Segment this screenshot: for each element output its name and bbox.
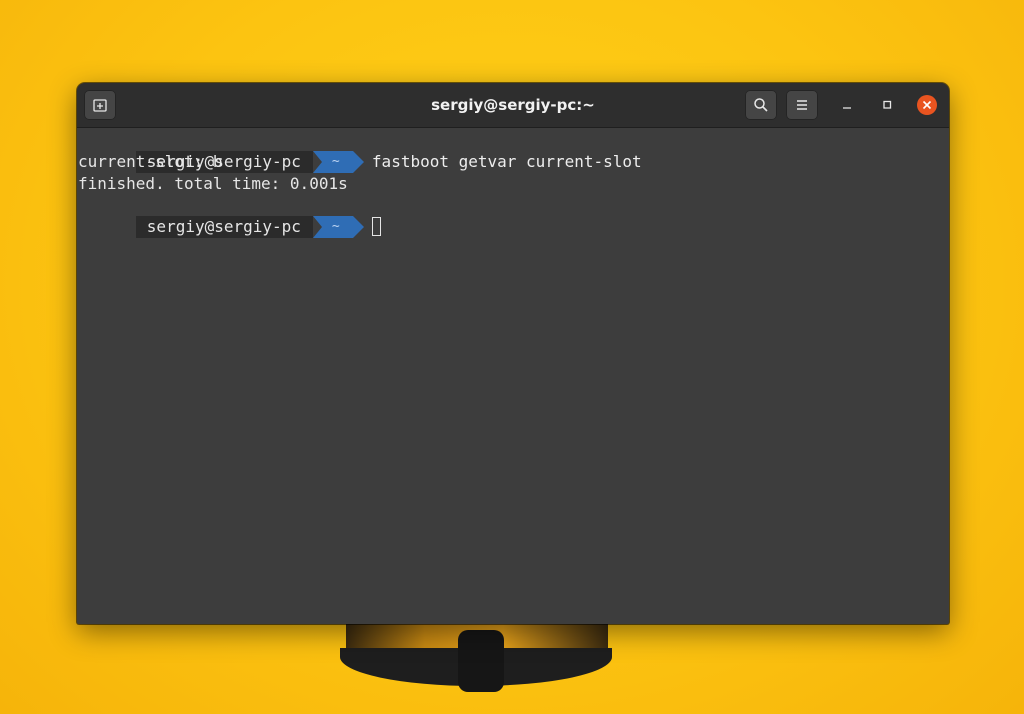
title-bar[interactable]: sergiy@sergiy-pc:~ [77,83,949,128]
hamburger-menu-icon [797,100,807,110]
prompt-dir-label: ~ [331,154,340,169]
output-line: current-slot: b [78,152,223,171]
search-icon [754,98,768,112]
terminal-output-area[interactable]: sergiy@sergiy-pc ~ fastboot getvar current… [77,128,949,624]
close-button[interactable] [917,95,937,115]
text-cursor [371,217,381,236]
prompt-directory: ~ [312,216,365,238]
search-button[interactable] [745,90,777,120]
minimize-icon [843,107,851,109]
output-line: finished. total time: 0.001s [78,174,348,193]
background-object-strap [458,630,504,692]
maximize-button[interactable] [877,95,897,115]
maximize-icon [883,100,892,109]
prompt-directory: ~ [312,151,365,173]
window-title: sergiy@sergiy-pc:~ [431,96,595,114]
minimize-button[interactable] [837,95,857,115]
prompt-line: sergiy@sergiy-pc ~ [78,194,381,238]
prompt-host: sergiy@sergiy-pc [135,216,313,238]
menu-button[interactable] [786,90,818,120]
terminal-window: sergiy@sergiy-pc:~ sergiy@sergiy-pc ~ fa… [77,83,949,624]
prompt-line: sergiy@sergiy-pc ~ fastboot getvar current… [78,129,642,173]
command-text: fastboot getvar current-slot [371,152,642,171]
close-icon [922,100,932,110]
prompt-dir-label: ~ [331,219,340,234]
